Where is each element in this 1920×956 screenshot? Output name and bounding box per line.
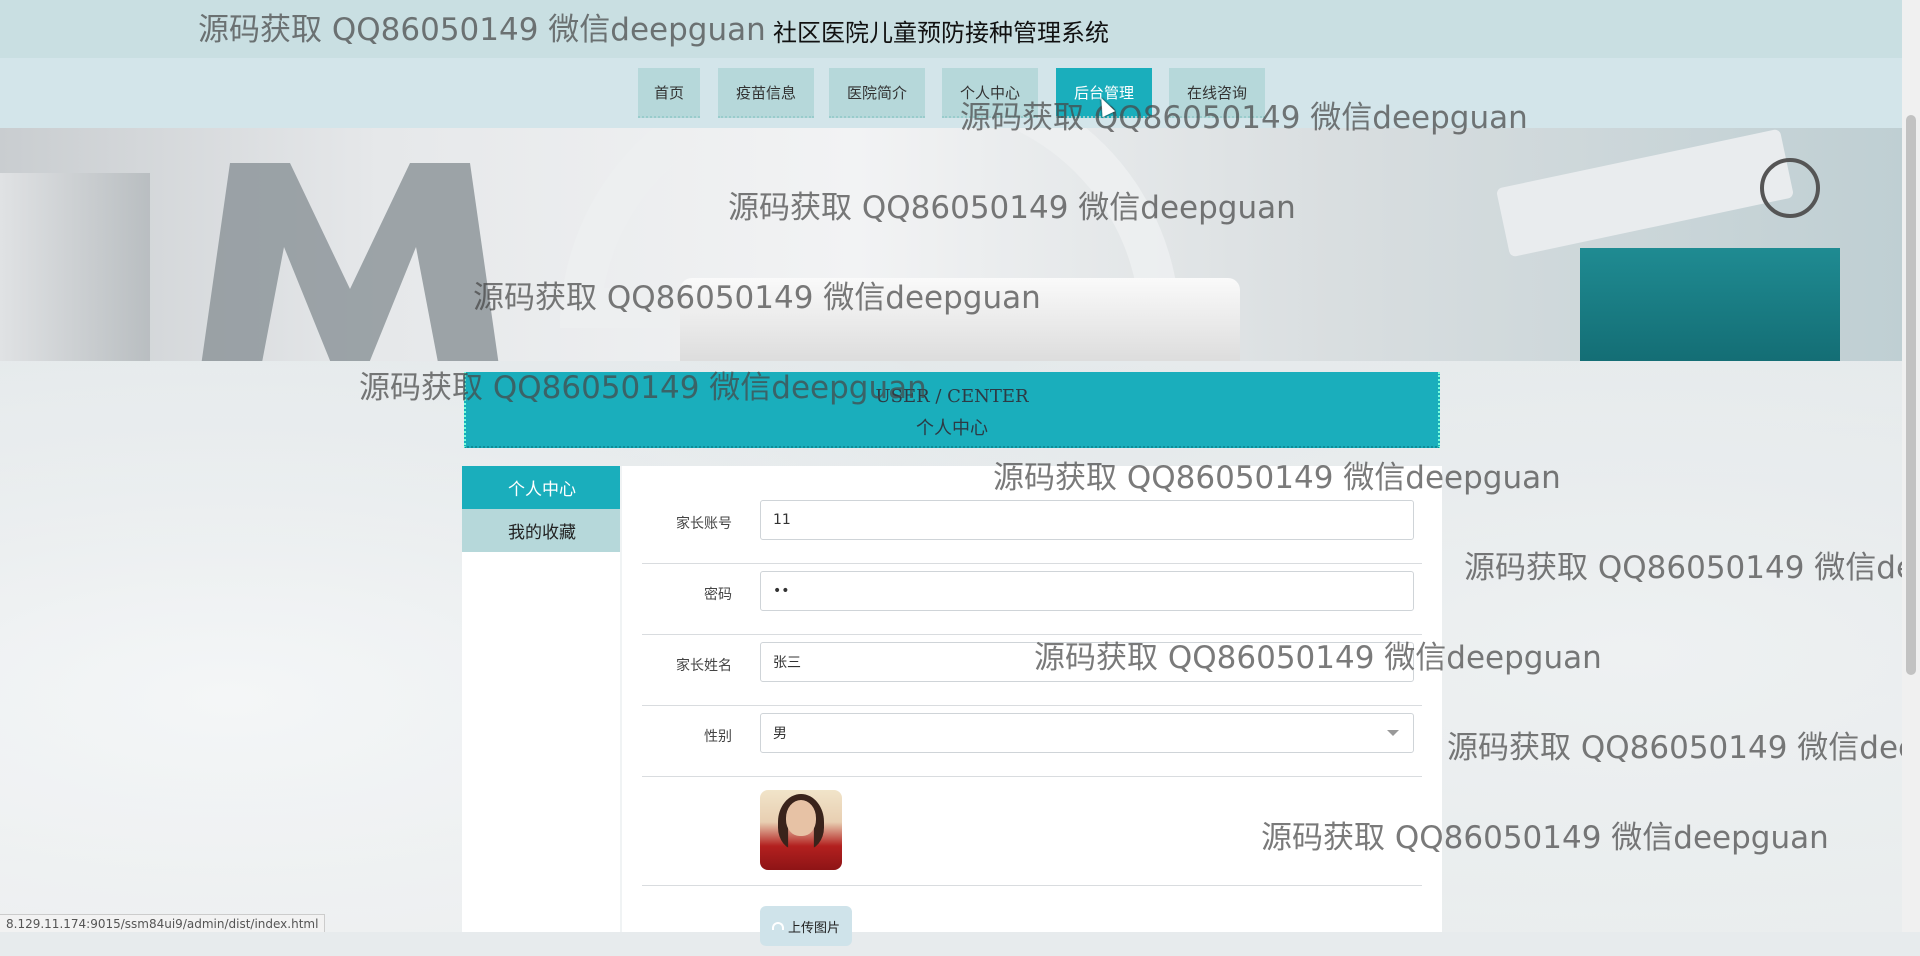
form-row-password: 密码 ••: [642, 565, 1422, 635]
main-nav: 首页 疫苗信息 医院简介 个人中心 后台管理 在线咨询: [0, 58, 1902, 128]
banner-teal-cabinet: [1580, 248, 1840, 361]
site-header: 社区医院儿童预防接种管理系统: [0, 0, 1902, 58]
account-input[interactable]: 11: [760, 500, 1414, 540]
banner-bed: [680, 278, 1240, 361]
name-label: 家长姓名: [676, 658, 732, 674]
password-label: 密码: [704, 587, 732, 603]
user-center-title-en: USER / CENTER: [875, 386, 1029, 407]
form-row-upload: 上传图片: [642, 886, 1422, 956]
side-divider: [620, 466, 622, 932]
gender-select[interactable]: 男: [760, 713, 1414, 753]
hero-banner: [0, 128, 1902, 361]
form-row-gender: 性别 男: [642, 707, 1422, 777]
form-row-account: 家长账号 11: [642, 494, 1422, 564]
chevron-down-icon: [1387, 730, 1399, 736]
form-row-name: 家长姓名 张三: [642, 636, 1422, 706]
user-center-header: USER / CENTER 个人中心: [464, 372, 1440, 448]
upload-image-label: 上传图片: [787, 920, 840, 936]
form-row-avatar: [642, 778, 1422, 886]
content-panel: 个人中心 我的收藏 家长账号 11 密码 •• 家长姓名 张三 性别 男 上传图…: [462, 466, 1442, 946]
nav-item-home[interactable]: 首页: [638, 68, 700, 118]
banner-tool-rack: [0, 173, 150, 361]
scrollbar-thumb[interactable]: [1906, 115, 1916, 675]
side-item-my-favorites[interactable]: 我的收藏: [462, 509, 622, 552]
banner-machine-arm: [1495, 128, 1795, 258]
banner-lamp: [1760, 158, 1820, 218]
gender-select-value: 男: [773, 726, 787, 742]
side-menu: 个人中心 我的收藏: [462, 466, 622, 552]
side-item-personal-center[interactable]: 个人中心: [462, 466, 622, 509]
status-url: 8.129.11.174:9015/ssm84ui9/admin/dist/in…: [0, 914, 326, 932]
gender-label: 性别: [704, 729, 732, 745]
upload-icon: [771, 922, 784, 930]
avatar[interactable]: [760, 790, 842, 870]
banner-letter-shape: [200, 163, 500, 361]
upload-image-button[interactable]: 上传图片: [760, 906, 852, 946]
nav-item-online-consult[interactable]: 在线咨询: [1169, 68, 1265, 118]
nav-item-hospital-intro[interactable]: 医院简介: [829, 68, 925, 118]
password-input[interactable]: ••: [760, 571, 1414, 611]
user-center-title-cn: 个人中心: [916, 418, 988, 439]
account-label: 家长账号: [676, 516, 732, 532]
nav-item-personal-center[interactable]: 个人中心: [942, 68, 1038, 118]
avatar-face-shape: [786, 800, 816, 836]
nav-item-vaccine-info[interactable]: 疫苗信息: [718, 68, 814, 118]
site-title: 社区医院儿童预防接种管理系统: [773, 19, 1109, 47]
name-input[interactable]: 张三: [760, 642, 1414, 682]
